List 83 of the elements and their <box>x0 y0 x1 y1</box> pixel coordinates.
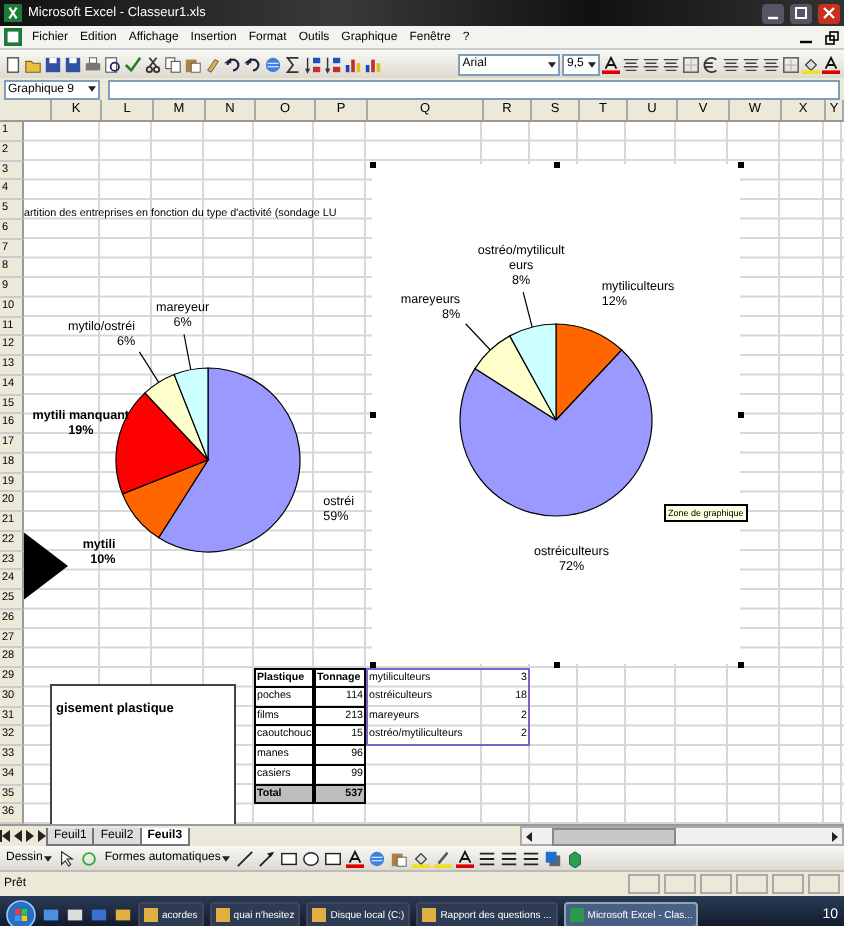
font-color-icon[interactable] <box>456 849 475 867</box>
folder-icon <box>215 908 230 922</box>
spreadsheet-app-icon <box>569 908 584 922</box>
folder-icon <box>312 908 327 922</box>
start-button[interactable] <box>6 900 36 926</box>
resize-handle[interactable] <box>737 411 743 417</box>
spreadsheet-app-icon <box>4 4 22 22</box>
maximize-button[interactable] <box>790 3 812 23</box>
font-color-icon[interactable] <box>822 55 840 73</box>
status-panel <box>772 874 804 894</box>
currency-icon[interactable] <box>702 55 720 73</box>
document-icon[interactable] <box>66 906 84 924</box>
status-panel <box>736 874 768 894</box>
text-box-icon[interactable] <box>324 849 343 867</box>
resize-handle[interactable] <box>369 661 375 667</box>
new-document-icon[interactable] <box>4 55 22 73</box>
rectangle-icon[interactable] <box>280 849 299 867</box>
caret-icon <box>222 855 231 861</box>
minimize-button[interactable] <box>762 3 784 23</box>
formula-input[interactable] <box>108 79 840 99</box>
shadow-icon[interactable] <box>544 849 563 867</box>
status-panel <box>700 874 732 894</box>
status-panel <box>664 874 696 894</box>
merge-icon[interactable] <box>682 55 700 73</box>
line-style-icon[interactable] <box>478 849 497 867</box>
save-icon[interactable] <box>44 55 62 73</box>
close-button[interactable] <box>818 3 840 23</box>
monitor-icon[interactable] <box>90 906 108 924</box>
sort-descending-icon[interactable] <box>324 55 342 73</box>
fill-color-icon[interactable] <box>802 55 820 73</box>
caret-icon <box>548 61 557 67</box>
restore-icon <box>824 29 840 45</box>
fill-color-icon[interactable] <box>412 849 431 867</box>
scroll-thumb[interactable] <box>552 828 676 846</box>
desktop-icon[interactable] <box>42 906 60 924</box>
copy-icon[interactable] <box>164 55 182 73</box>
resize-handle[interactable] <box>369 161 375 167</box>
resize-handle[interactable] <box>369 411 375 417</box>
restore-button[interactable] <box>824 29 840 45</box>
line-icon[interactable] <box>236 849 255 867</box>
autosum-icon[interactable] <box>284 55 302 73</box>
leader-line <box>522 291 533 328</box>
select-cursor-icon[interactable] <box>58 849 77 867</box>
format-painter-icon[interactable] <box>204 55 222 73</box>
resize-handle[interactable] <box>737 161 743 167</box>
wordart-icon[interactable] <box>346 849 365 867</box>
leader-line <box>465 323 491 351</box>
open-folder-icon[interactable] <box>24 55 42 73</box>
arrow-style-icon[interactable] <box>522 849 541 867</box>
leader-line <box>183 333 192 371</box>
print-preview-icon[interactable] <box>104 55 122 73</box>
dash-style-icon[interactable] <box>500 849 519 867</box>
redo-icon[interactable] <box>244 55 262 73</box>
close-icon <box>822 6 836 20</box>
borders-icon[interactable] <box>782 55 800 73</box>
status-panel <box>628 874 660 894</box>
resize-handle[interactable] <box>737 661 743 667</box>
cut-icon[interactable] <box>144 55 162 73</box>
caret-icon <box>88 86 96 92</box>
caret-icon <box>44 855 53 861</box>
horizontal-scrollbar[interactable] <box>520 826 844 846</box>
sort-ascending-icon[interactable] <box>304 55 322 73</box>
pointer-arrow-icon <box>24 528 68 604</box>
align-right-icon[interactable] <box>662 55 680 73</box>
spelling-icon[interactable] <box>124 55 142 73</box>
paste-icon[interactable] <box>184 55 202 73</box>
arrow-icon[interactable] <box>258 849 277 867</box>
align-center-icon[interactable] <box>642 55 660 73</box>
minimize-icon <box>800 39 812 43</box>
chart-wizard-icon[interactable] <box>344 55 362 73</box>
caret-icon <box>588 61 596 67</box>
undo-icon[interactable] <box>224 55 242 73</box>
align-left-icon[interactable] <box>622 55 640 73</box>
oval-icon[interactable] <box>302 849 321 867</box>
resize-handle[interactable] <box>553 161 559 167</box>
resize-handle[interactable] <box>553 661 559 667</box>
maximize-icon <box>794 6 808 20</box>
leader-line <box>138 351 160 383</box>
status-panel <box>808 874 840 894</box>
workbook-icon <box>4 28 22 46</box>
folder-icon <box>422 908 437 922</box>
print-icon[interactable] <box>84 55 102 73</box>
line-color-icon[interactable] <box>434 849 453 867</box>
